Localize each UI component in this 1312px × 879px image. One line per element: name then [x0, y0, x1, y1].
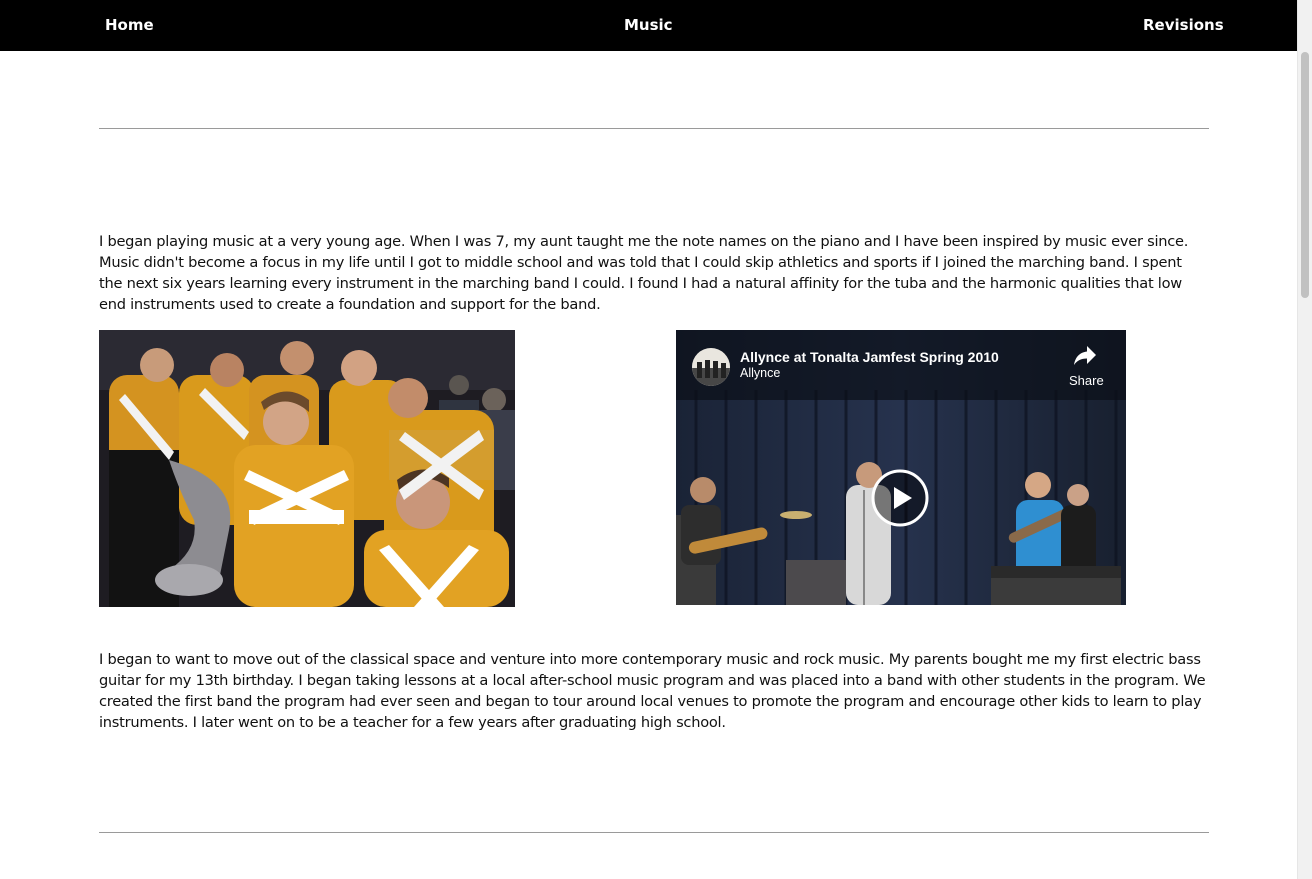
top-navigation-bar: Home Music Revisions [0, 0, 1297, 51]
share-label[interactable]: Share [1069, 373, 1104, 388]
share-arrow-icon[interactable] [1073, 345, 1097, 367]
channel-avatar[interactable] [692, 348, 730, 386]
intro-paragraph: I began playing music at a very young ag… [99, 233, 1189, 313]
vertical-scrollbar[interactable] [1297, 0, 1312, 879]
marching-band-photo-image [99, 330, 515, 607]
channel-avatar-image [692, 348, 730, 386]
scrollbar-thumb[interactable] [1301, 52, 1309, 298]
video-title[interactable]: Allynce at Tonalta Jamfest Spring 2010 [740, 349, 999, 365]
nav-link-revisions[interactable]: Revisions [1143, 16, 1224, 34]
top-divider [99, 128, 1209, 129]
video-channel-name[interactable]: Allynce [740, 366, 780, 380]
play-circle-icon[interactable] [871, 469, 929, 527]
bass-paragraph: I began to want to move out of the class… [99, 651, 1206, 731]
marching-band-photo [99, 330, 515, 607]
video-embed-player[interactable]: Allynce at Tonalta Jamfest Spring 2010 A… [676, 330, 1126, 605]
nav-link-home[interactable]: Home [105, 16, 154, 34]
bottom-divider [99, 832, 1209, 833]
nav-link-music[interactable]: Music [624, 16, 673, 34]
